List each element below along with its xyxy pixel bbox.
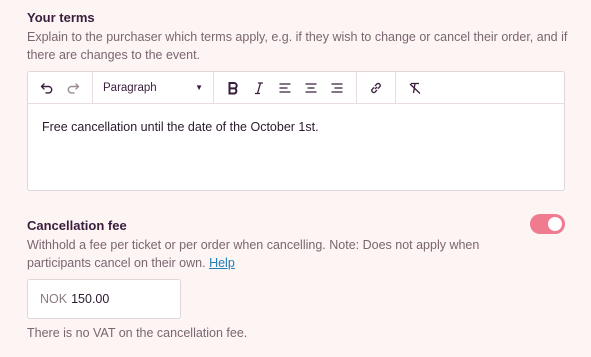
terms-title: Your terms <box>27 10 95 25</box>
italic-icon[interactable] <box>246 76 272 100</box>
redo-icon[interactable] <box>60 76 86 100</box>
bold-icon[interactable] <box>220 76 246 100</box>
cancellation-fee-toggle[interactable] <box>530 214 565 234</box>
link-icon[interactable] <box>363 76 389 100</box>
format-group: Paragraph ▼ <box>93 72 214 103</box>
align-right-icon[interactable] <box>324 76 350 100</box>
terms-description: Explain to the purchaser which terms app… <box>27 30 568 62</box>
currency-prefix: NOK <box>40 292 68 306</box>
cancellation-fee-title: Cancellation fee <box>27 218 127 233</box>
style-group <box>214 72 357 103</box>
editor-toolbar: Paragraph ▼ <box>28 72 564 104</box>
block-format-label: Paragraph <box>103 81 157 94</box>
fee-description-text: Withhold a fee per ticket or per order w… <box>27 238 480 270</box>
chevron-down-icon: ▼ <box>195 83 203 92</box>
help-link[interactable]: Help <box>209 256 235 270</box>
editor-content[interactable]: Free cancellation until the date of the … <box>28 104 564 150</box>
undo-icon[interactable] <box>34 76 60 100</box>
toggle-knob <box>548 217 562 231</box>
clear-group <box>396 72 434 103</box>
vat-note: There is no VAT on the cancellation fee. <box>27 326 248 340</box>
clear-format-icon[interactable] <box>402 76 428 100</box>
block-format-select[interactable]: Paragraph ▼ <box>99 76 207 100</box>
align-left-icon[interactable] <box>272 76 298 100</box>
cancellation-fee-description: Withhold a fee per ticket or per order w… <box>27 236 527 272</box>
terms-editor[interactable]: Paragraph ▼ Free cancellation until the … <box>27 71 565 191</box>
link-group <box>357 72 396 103</box>
fee-amount-field[interactable]: NOK <box>27 279 181 319</box>
fee-amount-input[interactable] <box>71 292 162 306</box>
history-group <box>28 72 93 103</box>
align-center-icon[interactable] <box>298 76 324 100</box>
